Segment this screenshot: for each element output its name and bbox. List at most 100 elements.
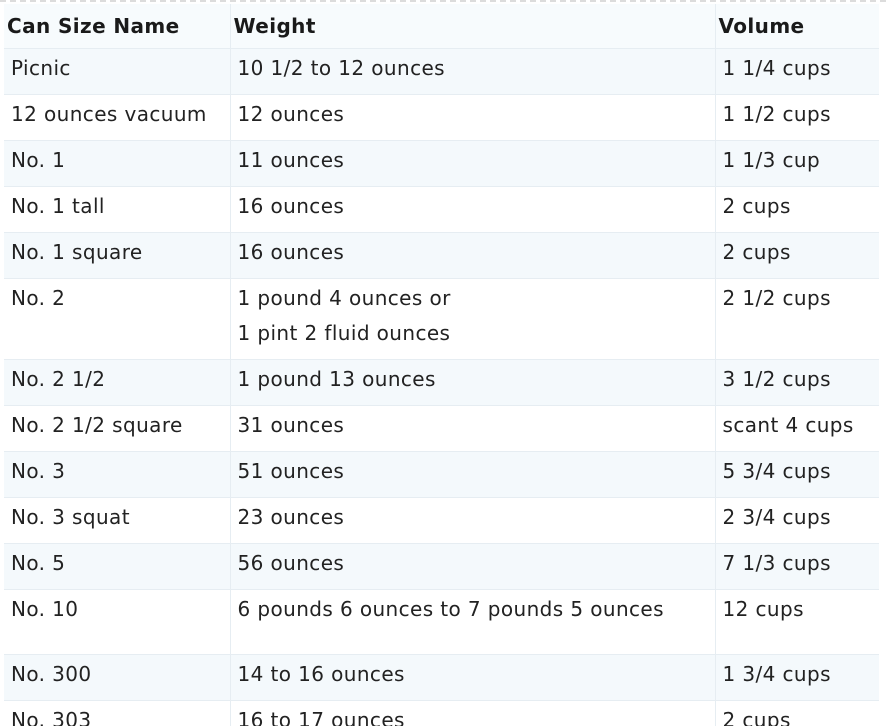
- cell-volume: 1 1/2 cups: [714, 94, 879, 141]
- cell-text: 16 ounces: [237, 240, 345, 264]
- cell-text: 2 1/2 cups: [722, 286, 831, 310]
- cell-weight: 51 ounces: [229, 451, 715, 498]
- cell-weight: 11 ounces: [229, 140, 715, 187]
- cell-can-size-name: No. 300: [4, 654, 230, 701]
- cell-text: 12 ounces: [237, 102, 345, 126]
- cell-can-size-name: 12 ounces vacuum: [4, 94, 230, 141]
- cell-text: 31 ounces: [237, 413, 345, 437]
- cell-weight: 16 ounces: [229, 186, 715, 233]
- table-row: No. 10 6 pounds 6 ounces to 7 pounds 5 o…: [4, 589, 879, 655]
- cell-volume: 5 3/4 cups: [714, 451, 879, 498]
- cell-weight: 23 ounces: [229, 497, 715, 544]
- cell-weight: 1 pound 4 ounces or 1 pint 2 fluid ounces: [229, 278, 715, 360]
- cell-text: 16 ounces: [237, 194, 345, 218]
- cell-text: No. 2 1/2 square: [11, 413, 183, 437]
- cell-text: 10 1/2 to 12 ounces: [237, 56, 446, 80]
- cell-text: No. 1 tall: [11, 194, 105, 218]
- cell-text-line-1: 1 pound 4 ounces or: [237, 286, 451, 310]
- cell-text: 2 cups: [722, 240, 791, 264]
- cell-text: Picnic: [11, 56, 71, 80]
- cell-text: 2 3/4 cups: [722, 505, 831, 529]
- cell-can-size-name: No. 2 1/2 square: [4, 405, 230, 452]
- table-row: No. 1 tall 16 ounces 2 cups: [4, 186, 879, 233]
- cell-text: 11 ounces: [237, 148, 345, 172]
- cell-text: 56 ounces: [237, 551, 345, 575]
- cell-text: 5 3/4 cups: [722, 459, 831, 483]
- cell-text: No. 303: [11, 708, 92, 726]
- cell-text: No. 2 1/2: [11, 367, 106, 391]
- table-row: Picnic 10 1/2 to 12 ounces 1 1/4 cups: [4, 48, 879, 95]
- cell-text: 1 1/4 cups: [722, 56, 831, 80]
- cell-volume: 2 cups: [714, 186, 879, 233]
- cell-text: 1 3/4 cups: [722, 662, 831, 686]
- cell-text: 6 pounds 6 ounces to 7 pounds 5 ounces: [237, 597, 664, 621]
- cell-volume: 2 1/2 cups: [714, 278, 879, 360]
- cell-text: 3 1/2 cups: [722, 367, 831, 391]
- cell-weight: 56 ounces: [229, 543, 715, 590]
- cell-volume: 1 1/3 cup: [714, 140, 879, 187]
- cell-weight: 14 to 16 ounces: [229, 654, 715, 701]
- can-size-table: Can Size Name Weight Volume Picnic 10 1/…: [4, 4, 879, 726]
- cell-text: 1 1/2 cups: [722, 102, 831, 126]
- table-header-row: Can Size Name Weight Volume: [4, 4, 879, 49]
- cell-volume: 3 1/2 cups: [714, 359, 879, 406]
- table-row: No. 2 1 pound 4 ounces or 1 pint 2 fluid …: [4, 278, 879, 360]
- cell-text: 2 cups: [722, 194, 791, 218]
- cell-text: 23 ounces: [237, 505, 345, 529]
- cell-text: No. 300: [11, 662, 92, 686]
- cell-can-size-name: No. 2: [4, 278, 230, 360]
- cell-volume: 2 cups: [714, 700, 879, 726]
- cell-text: No. 1: [11, 148, 66, 172]
- cell-can-size-name: No. 303: [4, 700, 230, 726]
- cell-can-size-name: No. 3: [4, 451, 230, 498]
- page: Can Size Name Weight Volume Picnic 10 1/…: [0, 0, 886, 726]
- cell-text: No. 10: [11, 597, 79, 621]
- cell-text: No. 3 squat: [11, 505, 130, 529]
- header-volume: Volume: [714, 4, 879, 49]
- cell-can-size-name: No. 1: [4, 140, 230, 187]
- table-row: No. 2 1/2 square 31 ounces scant 4 cups: [4, 405, 879, 452]
- cell-volume: 7 1/3 cups: [714, 543, 879, 590]
- cell-text: 1 pound 13 ounces: [237, 367, 436, 391]
- cell-can-size-name: No. 1 tall: [4, 186, 230, 233]
- cell-weight: 12 ounces: [229, 94, 715, 141]
- cell-volume: 2 cups: [714, 232, 879, 279]
- table-row: No. 1 square 16 ounces 2 cups: [4, 232, 879, 279]
- cell-can-size-name: No. 3 squat: [4, 497, 230, 544]
- cell-volume: 2 3/4 cups: [714, 497, 879, 544]
- cell-volume: 1 3/4 cups: [714, 654, 879, 701]
- cell-can-size-name: Picnic: [4, 48, 230, 95]
- cell-can-size-name: No. 5: [4, 543, 230, 590]
- cell-weight: 10 1/2 to 12 ounces: [229, 48, 715, 95]
- cell-text: scant 4 cups: [722, 413, 854, 437]
- table-row: No. 3 51 ounces 5 3/4 cups: [4, 451, 879, 498]
- cell-weight: 1 pound 13 ounces: [229, 359, 715, 406]
- cell-can-size-name: No. 10: [4, 589, 230, 655]
- cell-weight: 16 ounces: [229, 232, 715, 279]
- cell-text: No. 2: [11, 286, 66, 310]
- cell-can-size-name: No. 1 square: [4, 232, 230, 279]
- cell-text: No. 3: [11, 459, 66, 483]
- cell-text: 14 to 16 ounces: [237, 662, 405, 686]
- cell-text: 51 ounces: [237, 459, 345, 483]
- cell-weight: 16 to 17 ounces: [229, 700, 715, 726]
- cell-volume: 12 cups: [714, 589, 879, 655]
- cell-text: 2 cups: [722, 708, 791, 726]
- cell-text: 16 to 17 ounces: [237, 708, 405, 726]
- top-divider: [0, 0, 886, 2]
- cell-text: No. 1 square: [11, 240, 143, 264]
- cell-text: 7 1/3 cups: [722, 551, 831, 575]
- cell-weight: 6 pounds 6 ounces to 7 pounds 5 ounces: [229, 589, 715, 655]
- cell-volume: scant 4 cups: [714, 405, 879, 452]
- table-row: 12 ounces vacuum 12 ounces 1 1/2 cups: [4, 94, 879, 141]
- cell-text: No. 5: [11, 551, 66, 575]
- cell-can-size-name: No. 2 1/2: [4, 359, 230, 406]
- table-row: No. 303 16 to 17 ounces 2 cups: [4, 700, 879, 726]
- cell-weight: 31 ounces: [229, 405, 715, 452]
- cell-text: 1 1/3 cup: [722, 148, 821, 172]
- table-row: No. 300 14 to 16 ounces 1 3/4 cups: [4, 654, 879, 701]
- table-row: No. 5 56 ounces 7 1/3 cups: [4, 543, 879, 590]
- cell-text: 12 ounces vacuum: [11, 102, 207, 126]
- cell-text-line-2: 1 pint 2 fluid ounces: [237, 321, 451, 345]
- header-can-size-name: Can Size Name: [4, 4, 230, 49]
